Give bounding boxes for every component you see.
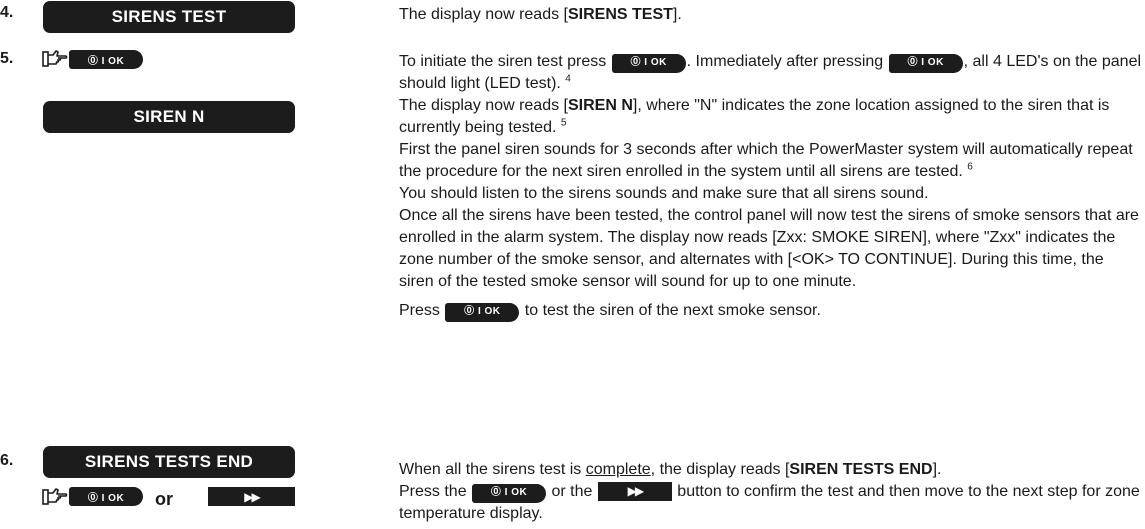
fast-forward-key: ▶▶: [208, 487, 295, 506]
ok-button-key: ⓪ I OK: [69, 487, 143, 506]
footnote-ref: 4: [565, 73, 571, 85]
ok-key-icon: ⓪ I OK: [445, 302, 520, 322]
lcd-display-sirens-test: SIRENS TEST: [43, 1, 295, 33]
step-number-4: 4.: [0, 4, 14, 21]
fast-forward-key-icon: ▶▶: [597, 481, 672, 501]
step-number-5: 5.: [0, 50, 14, 67]
step-4-description: The display now reads [SIRENS TEST].: [399, 6, 682, 23]
ok-button-key: ⓪ I OK: [69, 50, 143, 69]
step-5-description: To initiate the siren test press ⓪ I OK.…: [399, 51, 1141, 322]
footnote-ref: 5: [560, 117, 567, 129]
ok-key-icon: ⓪ I OK: [472, 483, 547, 503]
footnote-ref: 6: [967, 161, 973, 173]
step-6-description: When all the sirens test is complete, th…: [399, 461, 1140, 522]
ok-key-icon: ⓪ I OK: [888, 53, 963, 73]
ok-key-icon: ⓪ I OK: [611, 53, 686, 73]
or-label: or: [155, 489, 173, 509]
lcd-display-sirens-tests-end: SIRENS TESTS END: [43, 446, 295, 478]
step-number-6: 6.: [0, 452, 14, 469]
lcd-display-siren-n: SIREN N: [43, 101, 295, 133]
pointing-hand-icon: [42, 50, 68, 67]
pointing-hand-icon: [42, 488, 68, 505]
